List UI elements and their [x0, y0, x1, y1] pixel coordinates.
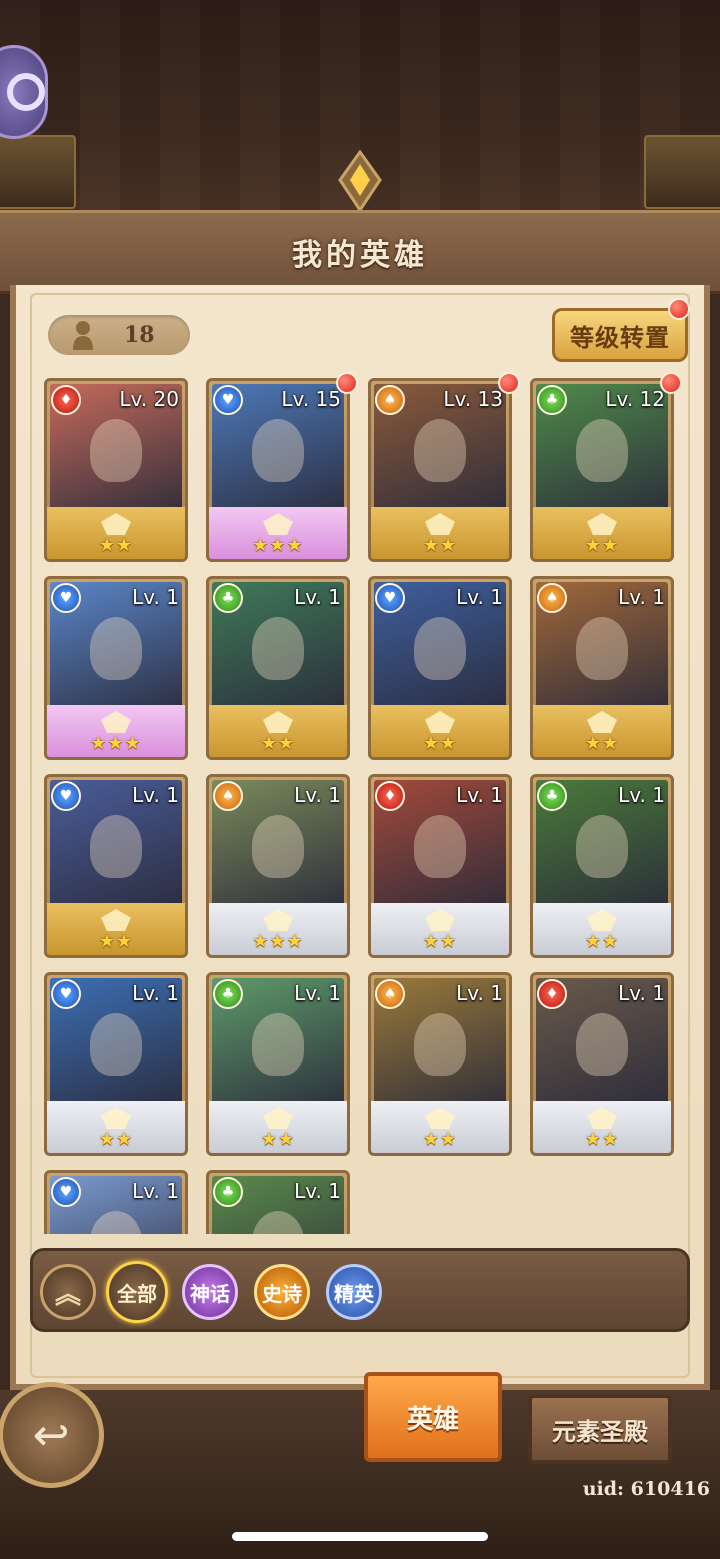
hero-level: Lv. 13 — [443, 387, 503, 411]
earth-element-icon: ♠ — [375, 385, 405, 415]
star-rating: ★★ — [584, 1129, 620, 1150]
filter-elite-button[interactable]: 精英 — [326, 1264, 382, 1320]
filter-all-button[interactable]: 全部 — [106, 1261, 168, 1323]
hero-card[interactable]: ★★ Lv. 1 ♥ — [44, 774, 188, 958]
hero-level: Lv. 1 — [132, 1179, 179, 1203]
hero-card[interactable]: ★★ Lv. 1 ♦ — [368, 774, 512, 958]
nature-element-icon: ♣ — [537, 385, 567, 415]
hero-card[interactable]: ★★ Lv. 1 ♣ — [206, 972, 350, 1156]
person-icon — [73, 321, 93, 350]
filter-mythic-button[interactable]: 神话 — [182, 1264, 238, 1320]
hero-card[interactable]: ★★ Lv. 1 ♠ — [368, 972, 512, 1156]
hero-level: Lv. 1 — [132, 585, 179, 609]
water-element-icon: ♥ — [213, 385, 243, 415]
water-element-icon: ♥ — [51, 583, 81, 613]
star-rating: ★★ — [584, 931, 620, 952]
hero-notification-dot — [498, 372, 520, 394]
star-rating: ★★ — [260, 1129, 296, 1150]
double-chevron-up-icon: ︽ — [54, 1279, 81, 1310]
hero-notification-dot — [336, 372, 358, 394]
water-element-icon: ♥ — [51, 1177, 81, 1207]
hero-level: Lv. 1 — [456, 783, 503, 807]
star-rating: ★★ — [260, 733, 296, 754]
hero-level: Lv. 1 — [294, 585, 341, 609]
hero-level: Lv. 1 — [618, 585, 665, 609]
earth-element-icon: ♠ — [375, 979, 405, 1009]
back-arrow-icon: ↩ — [32, 1409, 70, 1461]
fire-element-icon: ♦ — [51, 385, 81, 415]
hero-level: Lv. 1 — [294, 783, 341, 807]
hero-card[interactable]: ★★ Lv. 1 ♠ — [530, 576, 674, 760]
level-reset-notification-dot — [668, 298, 690, 320]
hero-card[interactable]: ★★ Lv. 13 ♠ — [368, 378, 512, 562]
right-pillar-decoration — [644, 135, 720, 209]
hero-card[interactable]: ★★ Lv. 1 ♦ — [530, 972, 674, 1156]
hero-notification-dot — [660, 372, 680, 394]
home-indicator[interactable] — [232, 1532, 488, 1541]
star-rating: ★★★ — [252, 931, 304, 952]
fire-element-icon: ♦ — [537, 979, 567, 1009]
hero-level: Lv. 1 — [294, 981, 341, 1005]
hero-card[interactable]: ★★Lv. 1♥ — [44, 1170, 188, 1234]
back-button[interactable]: ↩ — [0, 1382, 104, 1488]
earth-element-icon: ♠ — [537, 583, 567, 613]
water-element-icon: ♥ — [51, 781, 81, 811]
star-rating: ★★★ — [90, 733, 142, 754]
hero-grid: ★★ Lv. 20 ♦ ★★★ Lv. 15 ♥ ★★ Lv. 13 ♠ ★★ Lv. 12 ♣ ★★★… — [40, 372, 680, 1234]
star-rating: ★★ — [422, 931, 458, 952]
filter-epic-button[interactable]: 史诗 — [254, 1264, 310, 1320]
tab-element-shrine[interactable]: 元素圣殿 — [528, 1394, 672, 1464]
hero-level: Lv. 1 — [456, 585, 503, 609]
collapse-filter-button[interactable]: ︽ — [40, 1264, 96, 1320]
hero-card[interactable]: ★★★ Lv. 15 ♥ — [206, 378, 350, 562]
hero-level: Lv. 12 — [605, 387, 665, 411]
nature-element-icon: ♣ — [213, 1177, 243, 1207]
tab-heroes[interactable]: 英雄 — [364, 1372, 502, 1462]
star-rating: ★★ — [422, 535, 458, 556]
level-reset-button[interactable]: 等级转置 — [552, 308, 688, 362]
hero-card[interactable]: ★★Lv. 1♣ — [206, 1170, 350, 1234]
star-rating: ★★ — [422, 733, 458, 754]
hero-level: Lv. 15 — [281, 387, 341, 411]
star-rating: ★★★ — [252, 535, 304, 556]
earth-element-icon: ♠ — [213, 781, 243, 811]
page-title: 我的英雄 — [292, 238, 428, 273]
star-rating: ★★ — [98, 535, 134, 556]
nature-element-icon: ♣ — [213, 979, 243, 1009]
hero-level: Lv. 20 — [119, 387, 179, 411]
hero-card[interactable]: ★★ Lv. 1 ♣ — [206, 576, 350, 760]
hero-level: Lv. 1 — [618, 783, 665, 807]
hero-card[interactable]: ★★ Lv. 1 ♥ — [368, 576, 512, 760]
water-element-icon: ♥ — [375, 583, 405, 613]
settings-button[interactable] — [0, 45, 48, 139]
star-rating: ★★ — [584, 733, 620, 754]
hero-count: 18 — [124, 322, 155, 348]
fire-element-icon: ♦ — [375, 781, 405, 811]
star-rating: ★★ — [584, 535, 620, 556]
hero-level: Lv. 1 — [294, 1179, 341, 1203]
hero-level: Lv. 1 — [132, 783, 179, 807]
hero-card[interactable]: ★★ Lv. 1 ♣ — [530, 774, 674, 958]
hero-level: Lv. 1 — [618, 981, 665, 1005]
user-id: uid: 610416 — [582, 1478, 710, 1500]
nature-element-icon: ♣ — [537, 781, 567, 811]
hero-card[interactable]: ★★ Lv. 12 ♣ — [530, 378, 674, 562]
hero-count-pill — [48, 315, 190, 355]
hero-card[interactable]: ★★ Lv. 1 ♥ — [44, 972, 188, 1156]
hero-level: Lv. 1 — [132, 981, 179, 1005]
nature-element-icon: ♣ — [213, 583, 243, 613]
hero-level: Lv. 1 — [456, 981, 503, 1005]
water-element-icon: ♥ — [51, 979, 81, 1009]
left-pillar-decoration — [0, 135, 76, 209]
star-rating: ★★ — [98, 1129, 134, 1150]
star-rating: ★★ — [98, 931, 134, 952]
hero-card[interactable]: ★★★ Lv. 1 ♠ — [206, 774, 350, 958]
hero-card[interactable]: ★★★ Lv. 1 ♥ — [44, 576, 188, 760]
ring-icon — [7, 73, 45, 111]
hero-card[interactable]: ★★ Lv. 20 ♦ — [44, 378, 188, 562]
star-rating: ★★ — [422, 1129, 458, 1150]
